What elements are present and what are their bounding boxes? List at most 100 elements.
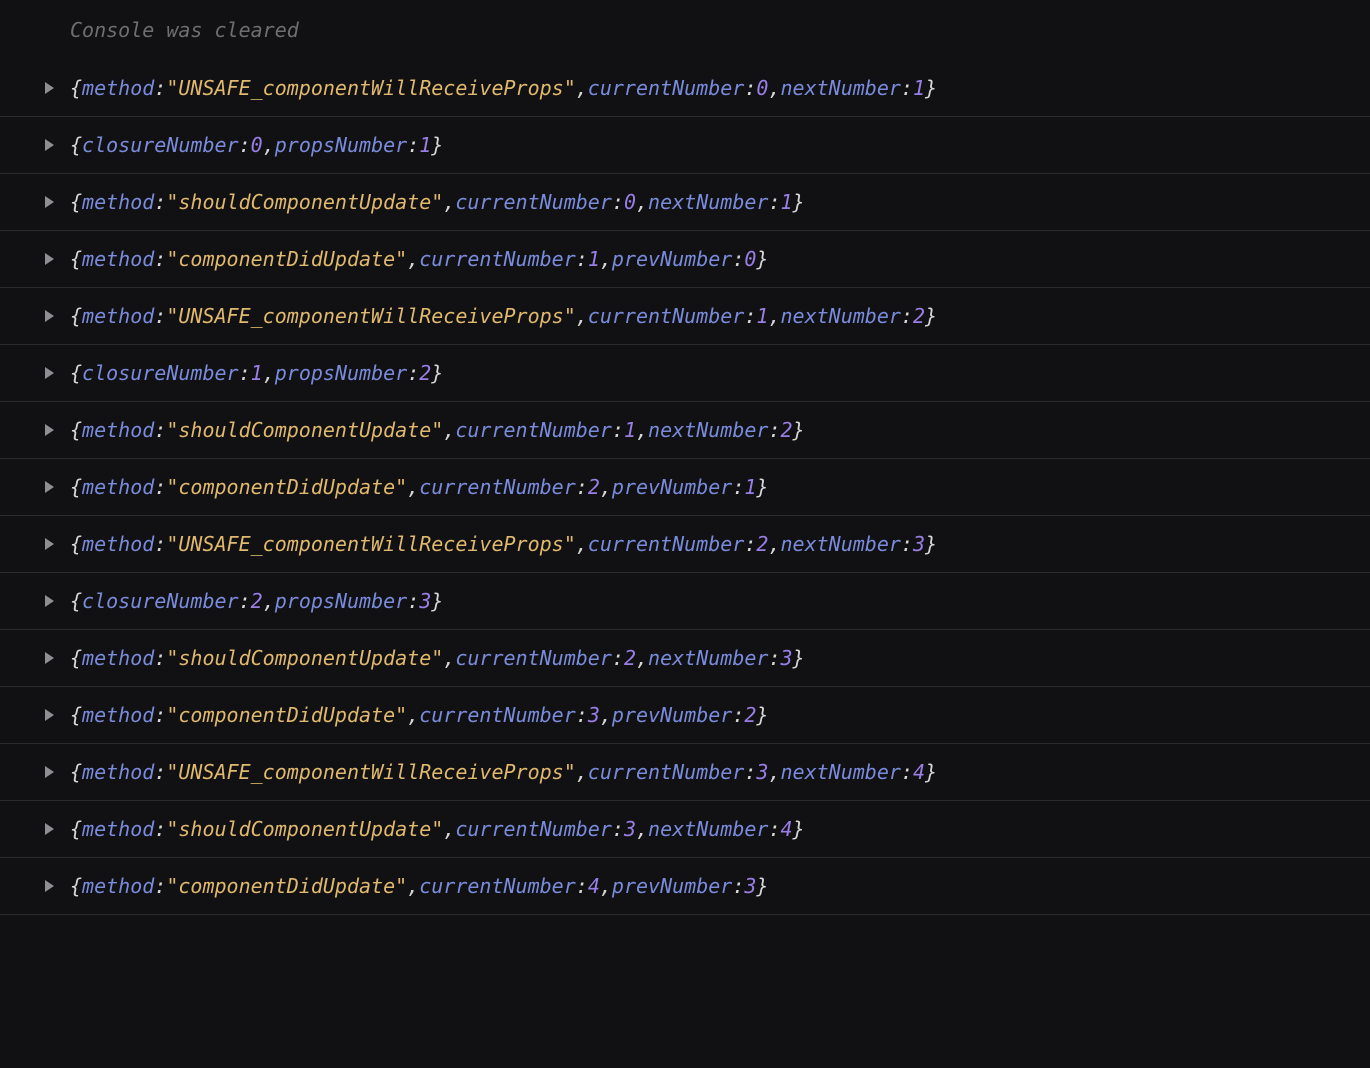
expand-arrow-icon[interactable] (45, 310, 54, 322)
colon: : (744, 760, 756, 784)
comma: , (576, 760, 588, 784)
brace-close: } (793, 190, 805, 214)
object-key: currentNumber (419, 874, 576, 898)
comma: , (768, 532, 780, 556)
object-number-value: 3 (744, 874, 756, 898)
brace-close: } (756, 874, 768, 898)
expand-arrow-icon[interactable] (45, 652, 54, 664)
object-key: method (82, 646, 154, 670)
expand-arrow-icon[interactable] (45, 766, 54, 778)
console-log-row[interactable]: {method: "shouldComponentUpdate", curren… (0, 173, 1370, 230)
comma: , (443, 817, 455, 841)
colon: : (154, 817, 166, 841)
object-key: currentNumber (588, 304, 745, 328)
comma: , (768, 76, 780, 100)
colon: : (744, 76, 756, 100)
object-key: nextNumber (648, 817, 768, 841)
expand-arrow-icon[interactable] (45, 253, 54, 265)
object-number-value: 1 (913, 76, 925, 100)
object-key: method (82, 247, 154, 271)
object-number-value: 3 (419, 589, 431, 613)
console-log-row[interactable]: {method: "shouldComponentUpdate", curren… (0, 629, 1370, 686)
colon: : (154, 247, 166, 271)
colon: : (407, 589, 419, 613)
expand-arrow-icon[interactable] (45, 367, 54, 379)
expand-arrow-icon[interactable] (45, 709, 54, 721)
console-log-row[interactable]: {method: "UNSAFE_componentWillReceivePro… (0, 743, 1370, 800)
object-key: nextNumber (780, 76, 900, 100)
comma: , (576, 76, 588, 100)
object-number-value: 1 (588, 247, 600, 271)
brace-close: } (793, 418, 805, 442)
console-log-row[interactable]: {method: "UNSAFE_componentWillReceivePro… (0, 58, 1370, 116)
brace-open: { (70, 133, 82, 157)
expand-arrow-icon[interactable] (45, 481, 54, 493)
object-number-value: 2 (781, 418, 793, 442)
object-number-value: 3 (588, 703, 600, 727)
comma: , (407, 475, 419, 499)
object-string-value: "componentDidUpdate" (166, 874, 407, 898)
brace-close: } (793, 817, 805, 841)
object-key: currentNumber (588, 532, 745, 556)
console-log-row[interactable]: {method: "componentDidUpdate", currentNu… (0, 230, 1370, 287)
object-key: method (82, 190, 154, 214)
console-log-row[interactable]: {method: "UNSAFE_componentWillReceivePro… (0, 287, 1370, 344)
expand-arrow-icon[interactable] (45, 880, 54, 892)
object-number-value: 2 (756, 532, 768, 556)
console-log-row[interactable]: {method: "shouldComponentUpdate", curren… (0, 401, 1370, 458)
object-number-value: 2 (624, 646, 636, 670)
console-log-row[interactable]: {closureNumber: 2, propsNumber: 3} (0, 572, 1370, 629)
object-key: nextNumber (780, 532, 900, 556)
object-key: method (82, 304, 154, 328)
comma: , (636, 817, 648, 841)
console-panel: Console was cleared {method: "UNSAFE_com… (0, 0, 1370, 963)
object-number-value: 4 (588, 874, 600, 898)
expand-arrow-icon[interactable] (45, 139, 54, 151)
expand-arrow-icon[interactable] (45, 538, 54, 550)
comma: , (407, 874, 419, 898)
expand-arrow-icon[interactable] (45, 595, 54, 607)
comma: , (600, 247, 612, 271)
object-string-value: "componentDidUpdate" (166, 475, 407, 499)
console-log-row[interactable]: {closureNumber: 0, propsNumber: 1} (0, 116, 1370, 173)
brace-open: { (70, 418, 82, 442)
colon: : (576, 874, 588, 898)
comma: , (263, 361, 275, 385)
colon: : (901, 76, 913, 100)
comma: , (768, 760, 780, 784)
object-key: currentNumber (455, 646, 612, 670)
object-key: propsNumber (275, 361, 407, 385)
console-log-row[interactable]: {method: "componentDidUpdate", currentNu… (0, 857, 1370, 914)
object-string-value: "componentDidUpdate" (166, 703, 407, 727)
brace-open: { (70, 247, 82, 271)
colon: : (744, 532, 756, 556)
object-number-value: 0 (756, 76, 768, 100)
colon: : (154, 703, 166, 727)
brace-open: { (70, 703, 82, 727)
expand-arrow-icon[interactable] (45, 823, 54, 835)
colon: : (732, 703, 744, 727)
expand-arrow-icon[interactable] (45, 424, 54, 436)
comma: , (407, 703, 419, 727)
brace-open: { (70, 76, 82, 100)
expand-arrow-icon[interactable] (45, 196, 54, 208)
expand-arrow-icon[interactable] (45, 82, 54, 94)
colon: : (768, 418, 780, 442)
brace-open: { (70, 874, 82, 898)
object-string-value: "shouldComponentUpdate" (166, 418, 443, 442)
colon: : (901, 760, 913, 784)
object-key: prevNumber (612, 247, 732, 271)
object-key: currentNumber (455, 817, 612, 841)
comma: , (576, 532, 588, 556)
console-log-row[interactable]: {method: "componentDidUpdate", currentNu… (0, 458, 1370, 515)
object-key: method (82, 817, 154, 841)
object-number-value: 1 (624, 418, 636, 442)
comma: , (576, 304, 588, 328)
object-key: method (82, 475, 154, 499)
console-log-row[interactable]: {closureNumber: 1, propsNumber: 2} (0, 344, 1370, 401)
console-log-row[interactable]: {method: "UNSAFE_componentWillReceivePro… (0, 515, 1370, 572)
object-key: method (82, 418, 154, 442)
console-log-row[interactable]: {method: "shouldComponentUpdate", curren… (0, 800, 1370, 857)
console-log-row[interactable]: {method: "componentDidUpdate", currentNu… (0, 686, 1370, 743)
comma: , (768, 304, 780, 328)
